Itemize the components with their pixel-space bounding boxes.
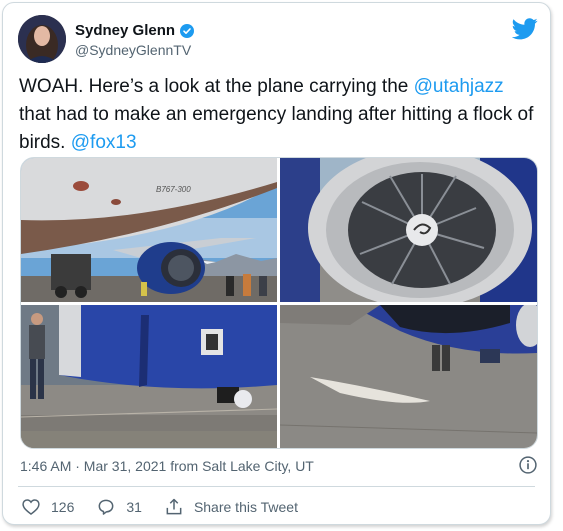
- mention-fox13[interactable]: @fox13: [71, 132, 137, 153]
- action-bar: 126 31 Share this Tweet: [21, 497, 320, 517]
- share-button[interactable]: Share this Tweet: [164, 497, 298, 517]
- reply-button[interactable]: 31: [96, 497, 142, 517]
- author-handle[interactable]: @SydneyGlennTV: [75, 42, 191, 58]
- photo-damaged-cowling[interactable]: [21, 305, 277, 448]
- divider: [18, 486, 535, 487]
- info-icon[interactable]: [518, 455, 538, 475]
- share-label: Share this Tweet: [193, 499, 298, 515]
- fuselage-registration: B767-300: [156, 185, 191, 194]
- tweet-card: Sydney Glenn @SydneyGlennTV WOAH. Here’s…: [2, 2, 551, 525]
- author-name[interactable]: Sydney Glenn: [75, 22, 175, 39]
- avatar[interactable]: [18, 15, 66, 63]
- mention-utahjazz[interactable]: @utahjazz: [414, 76, 504, 97]
- photo-fuselage[interactable]: B767-300: [21, 158, 277, 302]
- tweet-timestamp[interactable]: 1:46 AM · Mar 31, 2021 from Salt Lake Ci…: [20, 458, 314, 474]
- media-grid: B767-300: [20, 157, 538, 449]
- tweet-text: WOAH. Here’s a look at the plane carryin…: [19, 76, 534, 153]
- author-row: Sydney Glenn: [75, 22, 195, 39]
- reply-icon: [98, 499, 114, 515]
- photo-engine-intake[interactable]: [280, 158, 537, 302]
- like-count: 126: [51, 499, 75, 515]
- verified-badge-icon: [180, 23, 195, 38]
- photo-aircraft-belly[interactable]: [280, 305, 537, 448]
- reply-count: 31: [126, 499, 142, 515]
- twitter-bird-icon[interactable]: [512, 18, 538, 40]
- like-button[interactable]: 126: [21, 497, 74, 517]
- share-icon: [166, 498, 182, 515]
- heart-icon: [22, 499, 40, 516]
